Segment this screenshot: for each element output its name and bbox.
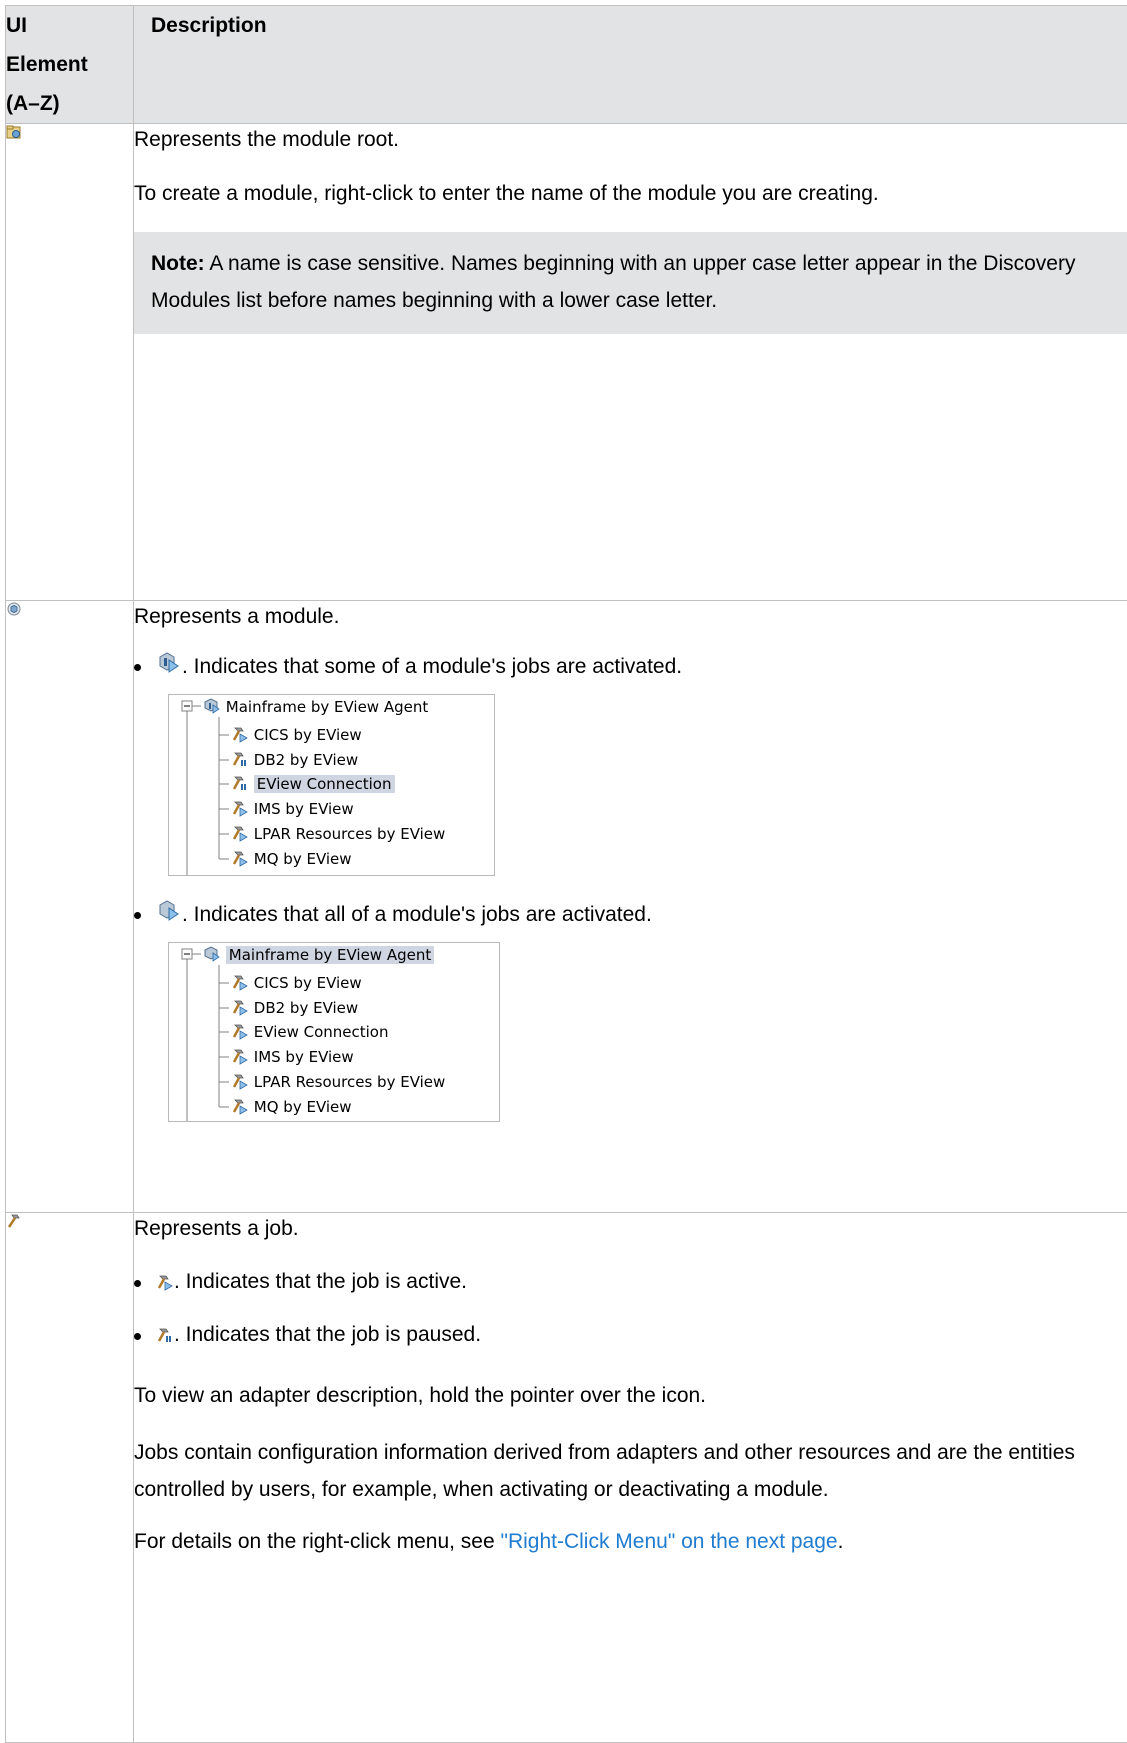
partially-active-text: . Indicates that some of a module's jobs… xyxy=(182,655,682,678)
module-active-icon xyxy=(203,945,221,963)
module-partially-active-icon xyxy=(156,650,182,676)
document-page: UI Element (A–Z) Description Represents … xyxy=(0,0,1127,1623)
tree-item-label: IMS by EView xyxy=(254,1048,354,1066)
tree-item[interactable]: CICS by EView xyxy=(231,972,362,994)
job-active-icon xyxy=(156,1273,174,1291)
ui-element-table: UI Element (A–Z) Description Represents … xyxy=(5,5,1127,1743)
tree-item[interactable]: DB2 by EView xyxy=(231,997,358,1019)
note-text: A name is case sensitive. Names beginnin… xyxy=(151,252,1075,312)
job-description: Represents a job. xyxy=(134,1213,1127,1244)
job-active-icon xyxy=(231,1047,249,1065)
all-active-text: . Indicates that all of a module's jobs … xyxy=(182,903,652,926)
header-az-line: (A–Z) xyxy=(6,84,133,123)
tree-item[interactable]: LPAR Resources by EView xyxy=(231,823,445,845)
job-active-icon xyxy=(231,1022,249,1040)
list-item: . Indicates that the job is paused. xyxy=(134,1319,1127,1350)
tree-item-label: CICS by EView xyxy=(254,974,362,992)
tree-item[interactable]: MQ by EView xyxy=(231,1096,352,1118)
module-root-description: Represents the module root. xyxy=(134,124,1127,155)
job-paused-icon xyxy=(231,750,249,768)
tree-item-label: EView Connection xyxy=(254,775,395,793)
tree-item-label: LPAR Resources by EView xyxy=(254,1073,446,1091)
module-status-list: . Indicates that some of a module's jobs… xyxy=(134,650,1127,1122)
adapter-description-hint: To view an adapter description, hold the… xyxy=(134,1380,1127,1411)
job-active-icon xyxy=(231,998,249,1016)
description-cell: Represents a job. . Indicates that the j… xyxy=(134,1213,1127,1743)
job-paused-icon xyxy=(156,1326,174,1344)
tree-item-label: DB2 by EView xyxy=(254,999,358,1017)
tree-root-label: Mainframe by EView Agent xyxy=(226,946,434,964)
job-active-icon xyxy=(231,824,249,842)
description-cell: Represents a module. . Indicates that so… xyxy=(134,601,1127,1213)
icon-cell xyxy=(6,601,134,1213)
job-active-icon xyxy=(231,973,249,991)
right-click-reference: For details on the right-click menu, see… xyxy=(134,1526,1127,1557)
tree-item-label: IMS by EView xyxy=(254,800,354,818)
tree-item[interactable]: IMS by EView xyxy=(231,798,354,820)
tree-item-label: EView Connection xyxy=(254,1023,389,1041)
description-cell: Represents the module root. To create a … xyxy=(134,124,1127,601)
icon-cell xyxy=(6,124,134,601)
tree-item-selected[interactable]: EView Connection xyxy=(231,773,395,795)
module-active-icon xyxy=(156,898,182,924)
tree-item-label: MQ by EView xyxy=(254,850,352,868)
job-paused-icon xyxy=(231,774,249,792)
create-module-instruction: To create a module, right-click to enter… xyxy=(134,178,1127,209)
column-header-description: Description xyxy=(134,6,1127,124)
module-description: Represents a module. xyxy=(134,601,1127,632)
module-icon xyxy=(6,601,22,617)
table-row-module-root: Represents the module root. To create a … xyxy=(6,124,1127,601)
tree-item-label: LPAR Resources by EView xyxy=(254,825,446,843)
job-status-list: . Indicates that the job is active. . In… xyxy=(134,1266,1127,1350)
table-row-module: Represents a module. . Indicates that so… xyxy=(6,601,1127,1213)
header-element-line: Element xyxy=(6,45,133,84)
job-active-icon xyxy=(231,1097,249,1115)
tree-item-label: CICS by EView xyxy=(254,726,362,744)
header-ui-line: UI xyxy=(6,6,133,45)
tree-item[interactable]: CICS by EView xyxy=(231,724,362,746)
job-active-icon xyxy=(231,849,249,867)
tree-item-label: MQ by EView xyxy=(254,1098,352,1116)
note-box: Note: A name is case sensitive. Names be… xyxy=(134,232,1127,334)
list-item: . Indicates that some of a module's jobs… xyxy=(134,650,1127,876)
icon-cell xyxy=(6,1213,134,1743)
note-label: Note: xyxy=(151,252,205,275)
column-header-ui-element: UI Element (A–Z) xyxy=(6,6,134,124)
module-root-icon xyxy=(6,124,22,140)
job-active-icon xyxy=(231,799,249,817)
list-item: . Indicates that the job is active. xyxy=(134,1266,1127,1297)
tree-item-label: DB2 by EView xyxy=(254,751,358,769)
job-active-text: . Indicates that the job is active. xyxy=(174,1270,467,1293)
jobs-explanation: Jobs contain configuration information d… xyxy=(134,1434,1127,1508)
job-icon xyxy=(6,1213,22,1229)
module-partially-active-icon xyxy=(203,697,221,715)
tree-item[interactable]: LPAR Resources by EView xyxy=(231,1071,445,1093)
job-active-icon xyxy=(231,1072,249,1090)
table-row-job: Represents a job. . Indicates that the j… xyxy=(6,1213,1127,1743)
table-header-row: UI Element (A–Z) Description xyxy=(6,6,1127,124)
reference-prefix: For details on the right-click menu, see xyxy=(134,1530,501,1553)
tree-item[interactable]: DB2 by EView xyxy=(231,749,358,771)
job-active-icon xyxy=(231,725,249,743)
tree-item[interactable]: IMS by EView xyxy=(231,1046,354,1068)
tree-screenshot-all-active: Mainframe by EView Agent CICS by EView D… xyxy=(168,942,500,1122)
tree-item[interactable]: EView Connection xyxy=(231,1021,389,1043)
right-click-menu-link[interactable]: "Right-Click Menu" on the next page xyxy=(501,1530,838,1553)
job-paused-text: . Indicates that the job is paused. xyxy=(174,1323,481,1346)
list-item: . Indicates that all of a module's jobs … xyxy=(134,898,1127,1122)
tree-screenshot-some-active: Mainframe by EView Agent CICS by EView D… xyxy=(168,694,495,876)
tree-item[interactable]: MQ by EView xyxy=(231,848,352,870)
tree-root-label: Mainframe by EView Agent xyxy=(226,698,428,716)
tree-root-node-selected[interactable]: Mainframe by EView Agent xyxy=(203,944,434,966)
reference-suffix: . xyxy=(838,1530,844,1553)
tree-root-node[interactable]: Mainframe by EView Agent xyxy=(203,696,428,718)
